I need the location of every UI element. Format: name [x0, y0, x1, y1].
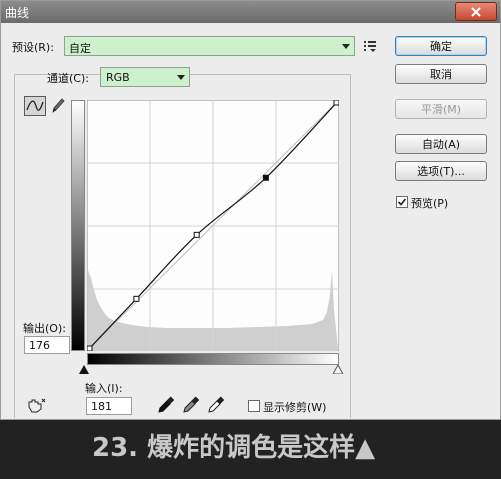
checkmark-icon	[397, 198, 407, 206]
black-point-slider[interactable]	[79, 365, 89, 374]
preset-options-icon[interactable]	[364, 40, 378, 52]
white-point-slider[interactable]	[333, 365, 343, 374]
channel-value: RGB	[106, 71, 130, 84]
cancel-button[interactable]: 取消	[395, 64, 487, 84]
options-button[interactable]: 选项(T)...	[395, 161, 487, 181]
caption-text: 23. 爆炸的调色是这样▲	[92, 433, 376, 463]
show-clipping-label: 显示修剪(W)	[263, 401, 327, 414]
gray-eyedropper-icon[interactable]	[182, 396, 200, 414]
preset-label: 预设(R):	[12, 41, 54, 54]
show-clipping-checkbox[interactable]	[248, 400, 260, 412]
chevron-down-icon	[342, 44, 350, 49]
output-gradient-bar	[71, 100, 85, 351]
channel-label: 通道(C):	[47, 72, 89, 85]
curve-point-tool[interactable]	[24, 96, 46, 116]
curve-point[interactable]	[193, 231, 200, 238]
hand-adjust-icon[interactable]	[26, 397, 46, 413]
curve-point[interactable]	[133, 295, 140, 302]
dialog-title: 曲线	[5, 6, 30, 20]
pencil-icon[interactable]	[49, 96, 67, 116]
channel-select[interactable]: RGB	[100, 67, 190, 87]
input-label: 输入(I):	[85, 382, 123, 395]
input-gradient-bar	[87, 353, 339, 365]
close-icon	[471, 6, 481, 17]
input-value: 181	[91, 400, 112, 413]
chevron-down-icon	[177, 75, 185, 80]
close-button[interactable]	[455, 2, 497, 21]
title-bar: 曲线	[1, 1, 500, 23]
preview-label: 预览(P)	[411, 197, 449, 210]
curve-point[interactable]	[87, 345, 93, 351]
output-field[interactable]: 176	[24, 336, 70, 354]
input-field[interactable]: 181	[86, 397, 132, 415]
curve-point-icon	[26, 100, 44, 111]
output-label: 输出(O):	[23, 322, 66, 335]
preview-checkbox[interactable]	[396, 196, 408, 208]
black-eyedropper-icon[interactable]	[157, 396, 175, 414]
selected-curve-point[interactable]	[262, 174, 269, 181]
ok-button[interactable]: 确定	[395, 36, 487, 56]
preset-value: 自定	[69, 42, 91, 55]
preset-select[interactable]: 自定	[64, 36, 355, 56]
white-eyedropper-icon[interactable]	[207, 396, 225, 414]
smooth-button[interactable]: 平滑(M)	[395, 99, 487, 119]
output-value: 176	[29, 339, 50, 352]
curve-graph[interactable]	[87, 100, 339, 351]
curve-point[interactable]	[333, 100, 339, 106]
auto-button[interactable]: 自动(A)	[395, 134, 487, 154]
